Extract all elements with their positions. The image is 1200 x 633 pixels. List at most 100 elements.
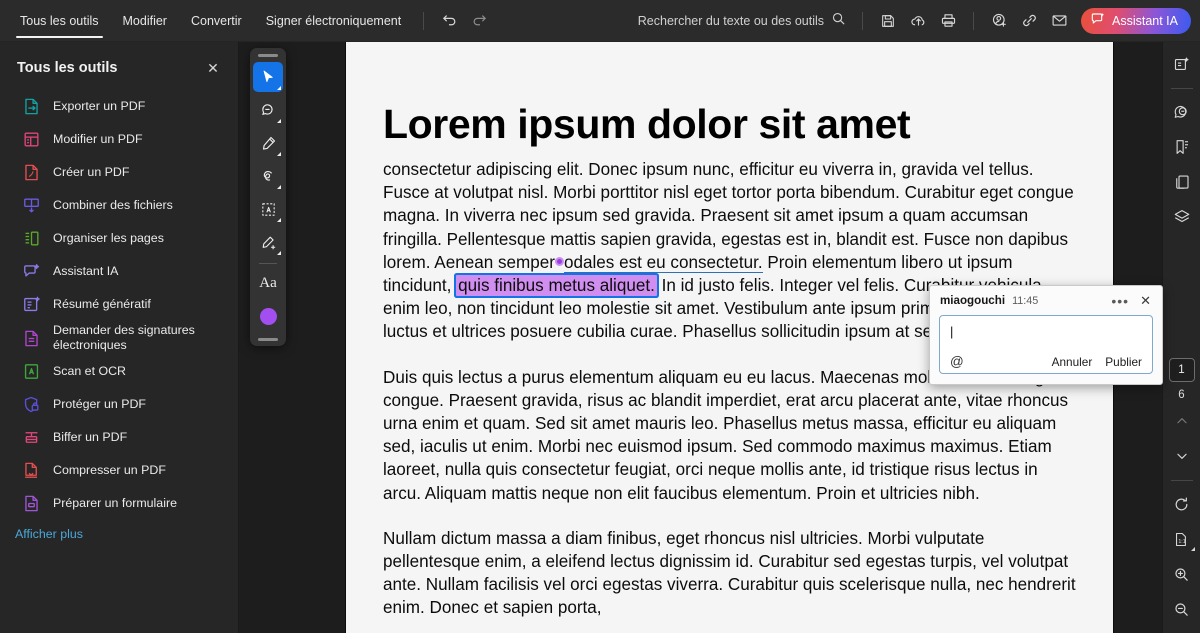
comment-overflow-menu-icon[interactable]: ••• [1106,294,1134,308]
layers-icon[interactable] [1168,203,1196,231]
fit-one-to-one-icon[interactable]: 1:1 [1168,525,1196,553]
annotation-tool-palette: Aa [250,48,286,346]
current-page-input[interactable]: 1 [1168,358,1195,382]
zoom-out-icon[interactable] [1168,595,1196,623]
chevron-down-icon [277,251,281,255]
chevron-down-icon [1190,547,1195,551]
chevron-down-icon [277,119,281,123]
undo-icon[interactable] [434,6,464,36]
bookmarks-icon[interactable] [1168,133,1196,161]
signature-tool[interactable] [253,227,283,257]
upload-cloud-icon[interactable] [903,6,933,36]
sidebar-item-modifier-un-pdf[interactable]: Modifier un PDF [0,123,238,156]
ai-sparkle-icon [1090,11,1106,30]
select-cursor-tool[interactable] [253,62,283,92]
toolbar-divider [862,11,863,30]
chevron-up-icon[interactable] [1168,407,1196,435]
publish-button[interactable]: Publier [1105,355,1142,369]
sidebar-item-label: Compresser un PDF [53,463,166,477]
show-more-link[interactable]: Afficher plus [0,520,238,541]
mail-icon[interactable] [1044,6,1074,36]
zoom-in-icon[interactable] [1168,560,1196,588]
search-input[interactable]: Rechercher du texte ou des outils [632,11,852,31]
sidebar-item-exporter-un-pdf[interactable]: Exporter un PDF [0,90,238,123]
edit-pdf-icon [24,132,39,147]
comment-anchor-dot-icon[interactable] [554,256,564,266]
print-icon[interactable] [933,6,963,36]
underlined-annotation[interactable]: odales est eu consectetur. [563,252,763,273]
pdf-reader-window: Tous les outils Modifier Convertir Signe… [0,0,1200,633]
tab-tous-les-outils[interactable]: Tous les outils [8,0,111,42]
search-placeholder: Rechercher du texte ou des outils [637,13,824,28]
comments-icon[interactable] [1168,98,1196,126]
sidebar-item-resume-generatif[interactable]: Résumé génératif [0,288,238,321]
sidebar-item-assistant-ia[interactable]: Assistant IA [0,255,238,288]
combine-files-icon [24,198,39,213]
tab-modifier[interactable]: Modifier [111,0,179,42]
sidebar-item-scan-et-ocr[interactable]: Scan et OCR [0,355,238,388]
close-icon[interactable]: ✕ [202,57,224,79]
tab-convertir[interactable]: Convertir [179,0,254,42]
rail-divider [1170,480,1193,481]
comment-input[interactable]: | @ Annuler Publier [939,315,1153,374]
chevron-down-icon [277,218,281,222]
sidebar-item-label: Organiser les pages [53,231,164,245]
sidebar-item-creer-un-pdf[interactable]: Créer un PDF [0,156,238,189]
comment-text-caret: | [950,324,954,339]
sidebar-item-label: Assistant IA [53,264,119,278]
current-page-value: 1 [1178,364,1185,376]
tab-signer-electroniquement[interactable]: Signer électroniquement [254,0,414,42]
sidebar-item-preparer-un-formulaire[interactable]: Préparer un formulaire [0,487,238,520]
add-person-icon[interactable] [984,6,1014,36]
palette-drag-handle[interactable] [258,54,278,57]
save-icon[interactable] [873,6,903,36]
mention-icon[interactable]: @ [950,354,964,369]
ai-summary-icon[interactable] [1168,50,1196,78]
top-toolbar: Tous les outils Modifier Convertir Signe… [0,0,1200,42]
selected-highlight-annotation[interactable]: quis finibus metus aliquet. [455,274,658,298]
cancel-button[interactable]: Annuler [1052,355,1093,369]
page-thumbnails-icon[interactable] [1168,168,1196,196]
toolbar-right-group: Rechercher du texte ou des outils Assist… [632,6,1200,36]
chevron-down-icon[interactable] [1168,442,1196,470]
generative-summary-icon [24,296,40,312]
sidebar-item-label: Combiner des fichiers [53,198,173,212]
link-icon[interactable] [1014,6,1044,36]
comment-popup-header: miaogouchi 11:45 ••• ✕ [930,286,1162,315]
ai-assistant-icon [24,264,40,277]
sidebar-item-compresser-un-pdf[interactable]: Compresser un PDF [0,454,238,487]
comment-tool[interactable] [253,95,283,125]
redo-icon[interactable] [464,6,494,36]
sidebar-item-proteger-un-pdf[interactable]: Protéger un PDF [0,388,238,421]
comment-popup: miaogouchi 11:45 ••• ✕ | @ Annuler Publi… [929,285,1163,385]
tab-label: Signer électroniquement [265,13,402,28]
total-pages-label: 6 [1178,389,1185,401]
organize-pages-icon [25,231,39,246]
tab-label: Modifier [122,13,167,28]
text-select-box-tool[interactable] [253,194,283,224]
comment-actions: Annuler Publier [1052,355,1142,369]
redact-pdf-icon [25,432,38,443]
sidebar-item-label: Modifier un PDF [53,132,143,146]
request-signature-icon [25,330,38,346]
text-style-tool[interactable]: Aa [253,268,283,298]
rail-divider [1170,88,1193,89]
right-rail: 1 6 1:1 [1162,42,1200,633]
sidebar-title: Tous les outils [17,60,118,76]
sidebar-item-demander-des-signatures-electroniques[interactable]: Demander des signatures électroniques [0,321,238,355]
sidebar-item-combiner-des-fichiers[interactable]: Combiner des fichiers [0,189,238,222]
color-swatch-picker[interactable] [253,301,283,331]
compress-pdf-icon [25,462,38,478]
close-icon[interactable]: ✕ [1134,294,1154,307]
sidebar-item-biffer-un-pdf[interactable]: Biffer un PDF [0,421,238,454]
assistant-ia-button[interactable]: Assistant IA [1081,7,1191,34]
tools-sidebar: Tous les outils ✕ Exporter un PDF Modifi… [0,42,239,633]
sidebar-item-organiser-les-pages[interactable]: Organiser les pages [0,222,238,255]
freehand-draw-tool[interactable] [253,161,283,191]
highlighter-tool[interactable] [253,128,283,158]
palette-drag-handle-bottom[interactable] [258,338,278,341]
chevron-down-icon [277,86,281,90]
create-pdf-icon [25,164,38,181]
rotate-icon[interactable] [1168,490,1196,518]
comment-popup-footer: @ Annuler Publier [940,354,1152,369]
